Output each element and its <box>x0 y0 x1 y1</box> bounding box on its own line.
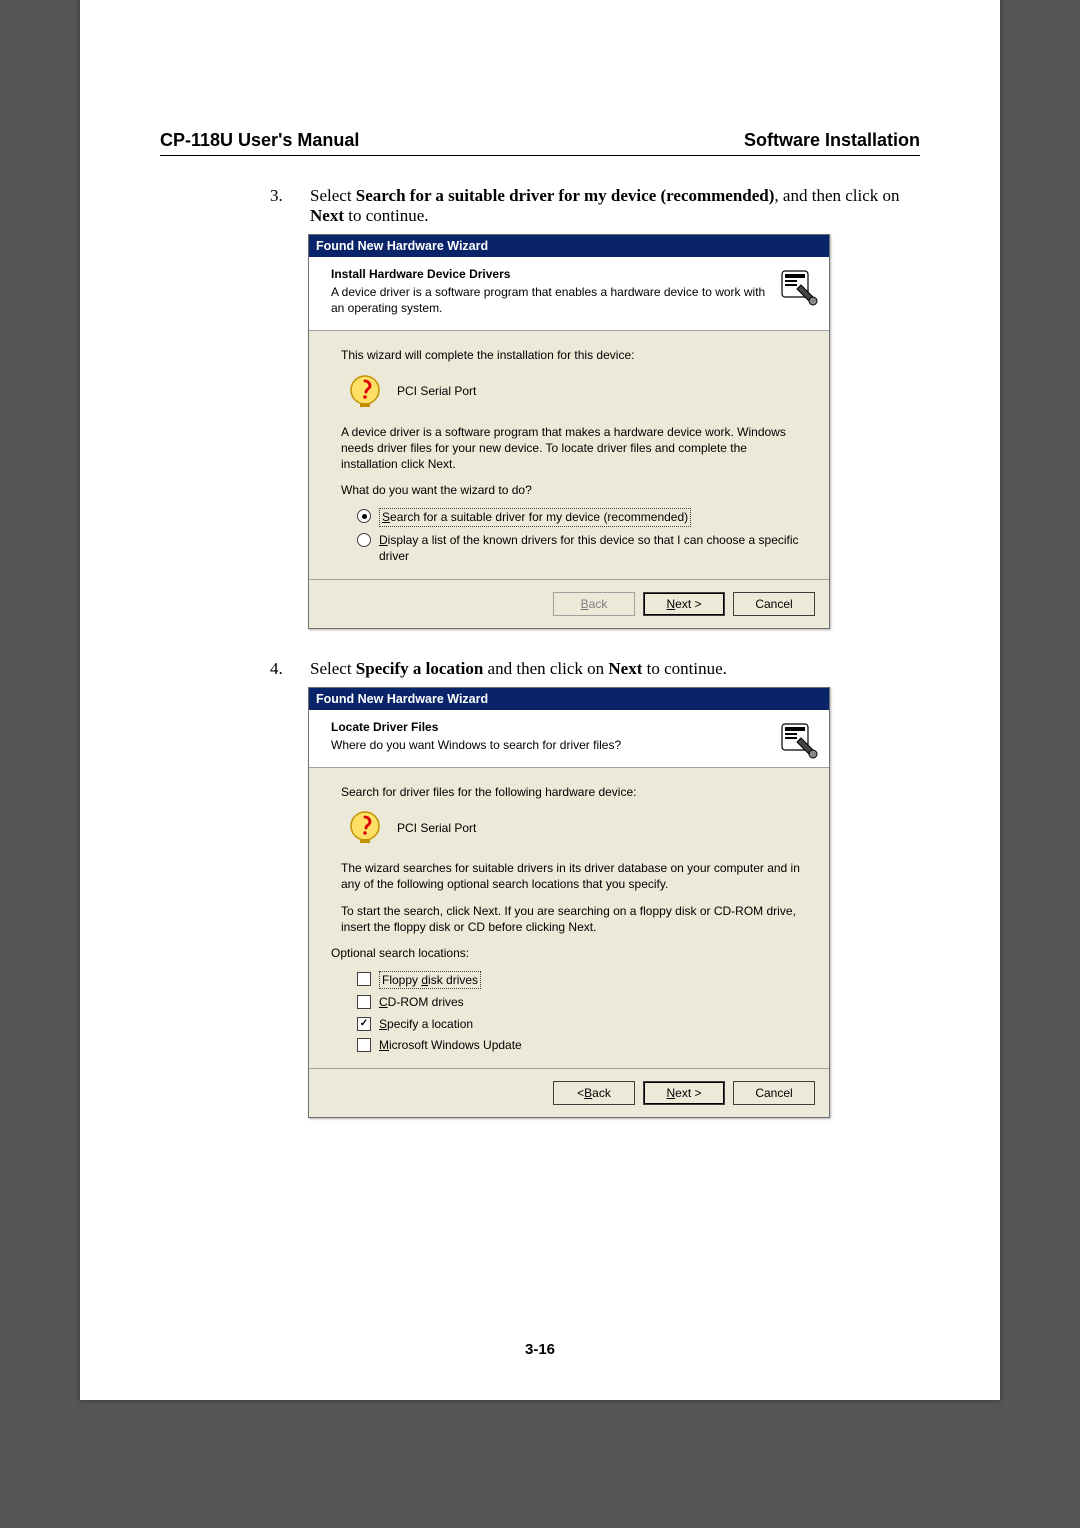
c1pre: Floppy <box>382 973 421 987</box>
s3-mid: , and then click on <box>774 186 899 205</box>
step-num-3: 3. <box>270 186 288 226</box>
check-label: Specify a location <box>379 1016 473 1032</box>
question-icon <box>347 810 383 846</box>
check-windows-update[interactable]: Microsoft Windows Update <box>357 1037 807 1053</box>
check-label: CD-ROM drives <box>379 994 464 1010</box>
cancel-button[interactable]: Cancel <box>733 1081 815 1105</box>
next-button[interactable]: Next > <box>643 1081 725 1105</box>
device-row-2: PCI Serial Port <box>347 810 807 846</box>
dialog-button-bar: Back Next > Cancel <box>309 579 829 628</box>
check-label: Floppy disk drives <box>379 971 481 989</box>
s3-after: to continue. <box>344 206 429 225</box>
dialog-title: Install Hardware Device Drivers <box>331 267 769 281</box>
radioB-ul: D <box>379 533 388 547</box>
c2post: D-ROM drives <box>388 995 464 1009</box>
s4-after: to continue. <box>642 659 727 678</box>
check-cdrom[interactable]: CD-ROM drives <box>357 994 807 1010</box>
step-num-4: 4. <box>270 659 288 679</box>
radioA-rest: earch for a suitable driver for my devic… <box>390 510 688 524</box>
document-page: CP-118U User's Manual Software Installat… <box>80 0 1000 1400</box>
radio-label: Search for a suitable driver for my devi… <box>379 508 691 526</box>
checkbox-checked-icon <box>357 1017 371 1031</box>
dialog-body: This wizard will complete the installati… <box>309 331 829 579</box>
dialog-header: Install Hardware Device Drivers A device… <box>309 257 829 331</box>
check-floppy[interactable]: Floppy disk drives <box>357 971 807 989</box>
question-icon <box>347 374 383 410</box>
page-header: CP-118U User's Manual Software Installat… <box>160 130 920 156</box>
dialog-body-2: Search for driver files for the followin… <box>309 768 829 1068</box>
step-4: 4. Select Specify a location and then cl… <box>270 659 920 679</box>
cancel-button[interactable]: Cancel <box>733 592 815 616</box>
locate-text-1: Search for driver files for the followin… <box>341 784 807 800</box>
titlebar: Found New Hardware Wizard <box>309 235 829 257</box>
radio-label-2: Display a list of the known drivers for … <box>379 532 807 564</box>
titlebar-2: Found New Hardware Wizard <box>309 688 829 710</box>
device-name-2: PCI Serial Port <box>397 820 476 836</box>
checkbox-unchecked-icon <box>357 995 371 1009</box>
wizard-icon <box>779 265 819 307</box>
c3post: pecify a location <box>387 1017 473 1031</box>
dialog-button-bar-2: < Back Next > Cancel <box>309 1068 829 1117</box>
radio-display-list[interactable]: Display a list of the known drivers for … <box>357 532 807 564</box>
next-button[interactable]: Next > <box>643 592 725 616</box>
s4-bold2: Next <box>608 659 642 678</box>
c3u: S <box>379 1017 387 1031</box>
step-text-4: Select Specify a location and then click… <box>310 659 727 679</box>
locate-text-3: To start the search, click Next. If you … <box>341 903 807 935</box>
step-text-3: Select Search for a suitable driver for … <box>310 186 920 226</box>
c4u: M <box>379 1038 389 1052</box>
checkbox-unchecked-icon <box>357 972 371 986</box>
wizard-text-2: A device driver is a software program th… <box>341 424 807 473</box>
c2u: C <box>379 995 388 1009</box>
s4-bold1: Specify a location <box>356 659 484 678</box>
step-3: 3. Select Search for a suitable driver f… <box>270 186 920 226</box>
device-row: PCI Serial Port <box>347 374 807 410</box>
radioA-ul: S <box>382 510 390 524</box>
wizard-text-1: This wizard will complete the installati… <box>341 347 807 363</box>
s4-pre: Select <box>310 659 356 678</box>
dialog-header-2: Locate Driver Files Where do you want Wi… <box>309 710 829 768</box>
back-button: Back <box>553 592 635 616</box>
locate-text-2: The wizard searches for suitable drivers… <box>341 860 807 892</box>
dialog-subtitle: A device driver is a software program th… <box>331 284 769 316</box>
s3-pre: Select <box>310 186 356 205</box>
s3-bold2: Next <box>310 206 344 225</box>
wizard-text-3: What do you want the wizard to do? <box>341 482 807 498</box>
header-left: CP-118U User's Manual <box>160 130 359 151</box>
s4-mid: and then click on <box>483 659 608 678</box>
c1post: isk drives <box>428 973 478 987</box>
dialog-subtitle-2: Where do you want Windows to search for … <box>331 737 769 753</box>
dialog-title-2: Locate Driver Files <box>331 720 769 734</box>
c4post: icrosoft Windows Update <box>389 1038 522 1052</box>
s3-bold1: Search for a suitable driver for my devi… <box>356 186 775 205</box>
check-label: Microsoft Windows Update <box>379 1037 522 1053</box>
checkbox-unchecked-icon <box>357 1038 371 1052</box>
header-right: Software Installation <box>744 130 920 151</box>
back-button[interactable]: < Back <box>553 1081 635 1105</box>
radio-unselected-icon <box>357 533 371 547</box>
wizard-icon <box>779 718 819 760</box>
radioB-rest: isplay a list of the known drivers for t… <box>379 533 799 563</box>
dialog-locate-driver-files: Found New Hardware Wizard Locate Driver … <box>308 687 830 1118</box>
dialog-install-drivers: Found New Hardware Wizard Install Hardwa… <box>308 234 830 629</box>
radio-search-driver[interactable]: Search for a suitable driver for my devi… <box>357 508 807 526</box>
page-number: 3-16 <box>80 1341 1000 1358</box>
check-specify-location[interactable]: Specify a location <box>357 1016 807 1032</box>
radio-selected-icon <box>357 509 371 523</box>
optional-locations-label: Optional search locations: <box>331 945 807 961</box>
device-name: PCI Serial Port <box>397 383 476 399</box>
